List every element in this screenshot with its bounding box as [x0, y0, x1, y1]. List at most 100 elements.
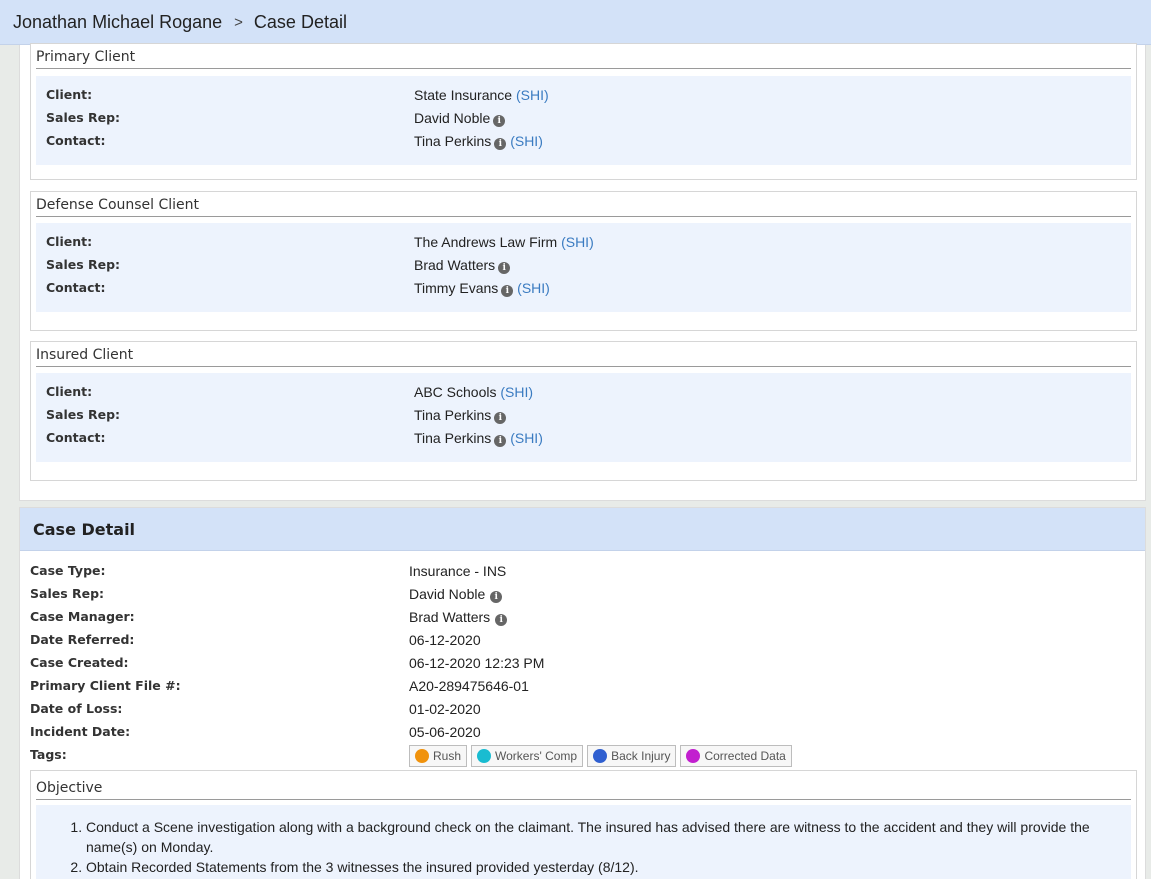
client-code-link[interactable]: (SHI): [510, 133, 543, 149]
objective-title: Objective: [36, 780, 1131, 800]
client-code-link[interactable]: (SHI): [510, 430, 543, 446]
row-label: Client:: [46, 87, 93, 102]
breadcrumb-person-name[interactable]: Jonathan Michael Rogane: [13, 12, 222, 33]
detail-row: Primary Client File #: A20-289475646-01: [30, 678, 1135, 698]
client-section: Insured Client Client: ABC Schools (SHI) Sa…: [30, 341, 1137, 481]
detail-value: 06-12-2020: [409, 632, 481, 648]
client-row: Sales Rep: Tina Perkins i: [46, 407, 1121, 427]
row-label: Client:: [46, 384, 93, 399]
tag-label: Back Injury: [611, 749, 671, 763]
breadcrumb: Jonathan Michael Rogane > Case Detail: [0, 0, 1151, 45]
tag-color-dot-icon: [415, 749, 429, 763]
info-icon[interactable]: i: [490, 591, 503, 603]
tag-badge[interactable]: Rush: [409, 745, 468, 767]
section-title: Primary Client: [36, 49, 1131, 69]
detail-label: Case Created:: [30, 655, 129, 670]
client-row: Sales Rep: Brad Watters i: [46, 257, 1121, 277]
section-body: Client: ABC Schools (SHI) Sales Rep: Tina P…: [36, 373, 1131, 462]
detail-value: Brad Watters i: [409, 609, 508, 626]
tag-badge[interactable]: Corrected Data: [680, 745, 792, 767]
row-value: Tina Perkins i (SHI): [414, 133, 543, 150]
info-icon[interactable]: i: [495, 614, 508, 626]
detail-value: 05-06-2020: [409, 724, 481, 740]
client-code-link[interactable]: (SHI): [561, 234, 594, 250]
client-row: Contact: Timmy Evans i (SHI): [46, 280, 1121, 300]
info-icon[interactable]: i: [494, 435, 507, 447]
row-label: Contact:: [46, 280, 106, 295]
objective-body: Conduct a Scene investigation along with…: [36, 805, 1131, 879]
detail-value: Insurance - INS: [409, 563, 506, 579]
detail-row: Incident Date: 05-06-2020: [30, 724, 1135, 744]
row-label: Sales Rep:: [46, 407, 121, 422]
value-text: Timmy Evans: [414, 280, 499, 296]
value-text: 05-06-2020: [409, 724, 481, 740]
tag-badge[interactable]: Workers' Comp: [471, 745, 584, 767]
detail-label: Tags:: [30, 747, 67, 762]
client-row: Sales Rep: David Noble i: [46, 110, 1121, 130]
case-detail-panel: Case Detail Case Type: Insurance - INS Sal…: [19, 507, 1146, 879]
detail-label: Primary Client File #:: [30, 678, 181, 693]
client-row: Contact: Tina Perkins i (SHI): [46, 430, 1121, 450]
detail-row: Date of Loss: 01-02-2020: [30, 701, 1135, 721]
tag-color-dot-icon: [593, 749, 608, 763]
value-text: 06-12-2020 12:23 PM: [409, 655, 545, 671]
value-text: State Insurance: [414, 87, 513, 103]
row-label: Contact:: [46, 133, 106, 148]
detail-row: Date Referred: 06-12-2020: [30, 632, 1135, 652]
client-row: Client: ABC Schools (SHI): [46, 384, 1121, 404]
value-text: A20-289475646-01: [409, 678, 529, 694]
section-title: Insured Client: [36, 347, 1131, 367]
row-value: Brad Watters i: [414, 257, 511, 274]
detail-label: Sales Rep:: [30, 586, 105, 601]
breadcrumb-page: Case Detail: [253, 11, 347, 32]
detail-label: Case Type:: [30, 563, 106, 578]
info-icon[interactable]: i: [494, 412, 507, 424]
chevron-right-icon: >: [234, 13, 243, 31]
value-text: Tina Perkins: [414, 407, 492, 423]
client-code-link[interactable]: (SHI): [500, 384, 533, 400]
value-text: David Noble: [409, 586, 486, 602]
value-text: The Andrews Law Firm: [414, 234, 558, 250]
detail-row: Sales Rep: David Noble i: [30, 586, 1135, 606]
client-row: Client: State Insurance (SHI): [46, 87, 1121, 107]
detail-label: Date Referred:: [30, 632, 135, 647]
info-icon[interactable]: i: [493, 115, 506, 127]
info-icon[interactable]: i: [498, 262, 511, 274]
value-text: Brad Watters: [414, 257, 496, 273]
client-code-link[interactable]: (SHI): [517, 280, 550, 296]
row-value: State Insurance (SHI): [414, 87, 549, 103]
client-code-link[interactable]: (SHI): [516, 87, 549, 103]
section-title: Defense Counsel Client: [36, 197, 1131, 217]
client-section: Defense Counsel Client Client: The Andrews…: [30, 191, 1137, 331]
detail-label: Case Manager:: [30, 609, 135, 624]
client-row: Client: The Andrews Law Firm (SHI): [46, 234, 1121, 254]
section-body: Client: The Andrews Law Firm (SHI) Sales R…: [36, 223, 1131, 312]
detail-value: 06-12-2020 12:23 PM: [409, 655, 544, 671]
client-section: Primary Client Client: State Insurance (SH…: [30, 43, 1137, 180]
case-detail-header: Case Detail: [20, 508, 1145, 551]
value-text: David Noble: [414, 110, 491, 126]
tag-list: Rush Workers' Comp Back Injury Corrected Da…: [409, 745, 792, 767]
row-label: Sales Rep:: [46, 110, 121, 125]
row-label: Client:: [46, 234, 93, 249]
detail-row: Case Manager: Brad Watters i: [30, 609, 1135, 629]
objective-list: Conduct a Scene investigation along with…: [86, 817, 1101, 877]
tag-color-dot-icon: [477, 749, 492, 763]
value-text: 06-12-2020: [409, 632, 481, 648]
row-value: Tina Perkins i (SHI): [414, 430, 543, 447]
row-value: ABC Schools (SHI): [414, 384, 533, 400]
row-value: The Andrews Law Firm (SHI): [414, 234, 594, 250]
tag-label: Workers' Comp: [495, 749, 578, 763]
objective-item: Obtain Recorded Statements from the 3 wi…: [86, 857, 1101, 877]
info-icon[interactable]: i: [494, 138, 507, 150]
value-text: Insurance - INS: [409, 563, 507, 579]
detail-label: Incident Date:: [30, 724, 131, 739]
client-row: Contact: Tina Perkins i (SHI): [46, 133, 1121, 153]
row-value: Timmy Evans i (SHI): [414, 280, 550, 297]
tag-badge[interactable]: Back Injury: [587, 745, 677, 767]
detail-label: Date of Loss:: [30, 701, 123, 716]
info-icon[interactable]: i: [501, 285, 514, 297]
tag-label: Corrected Data: [704, 749, 786, 763]
row-value: Tina Perkins i: [414, 407, 507, 424]
detail-value: David Noble i: [409, 586, 503, 603]
